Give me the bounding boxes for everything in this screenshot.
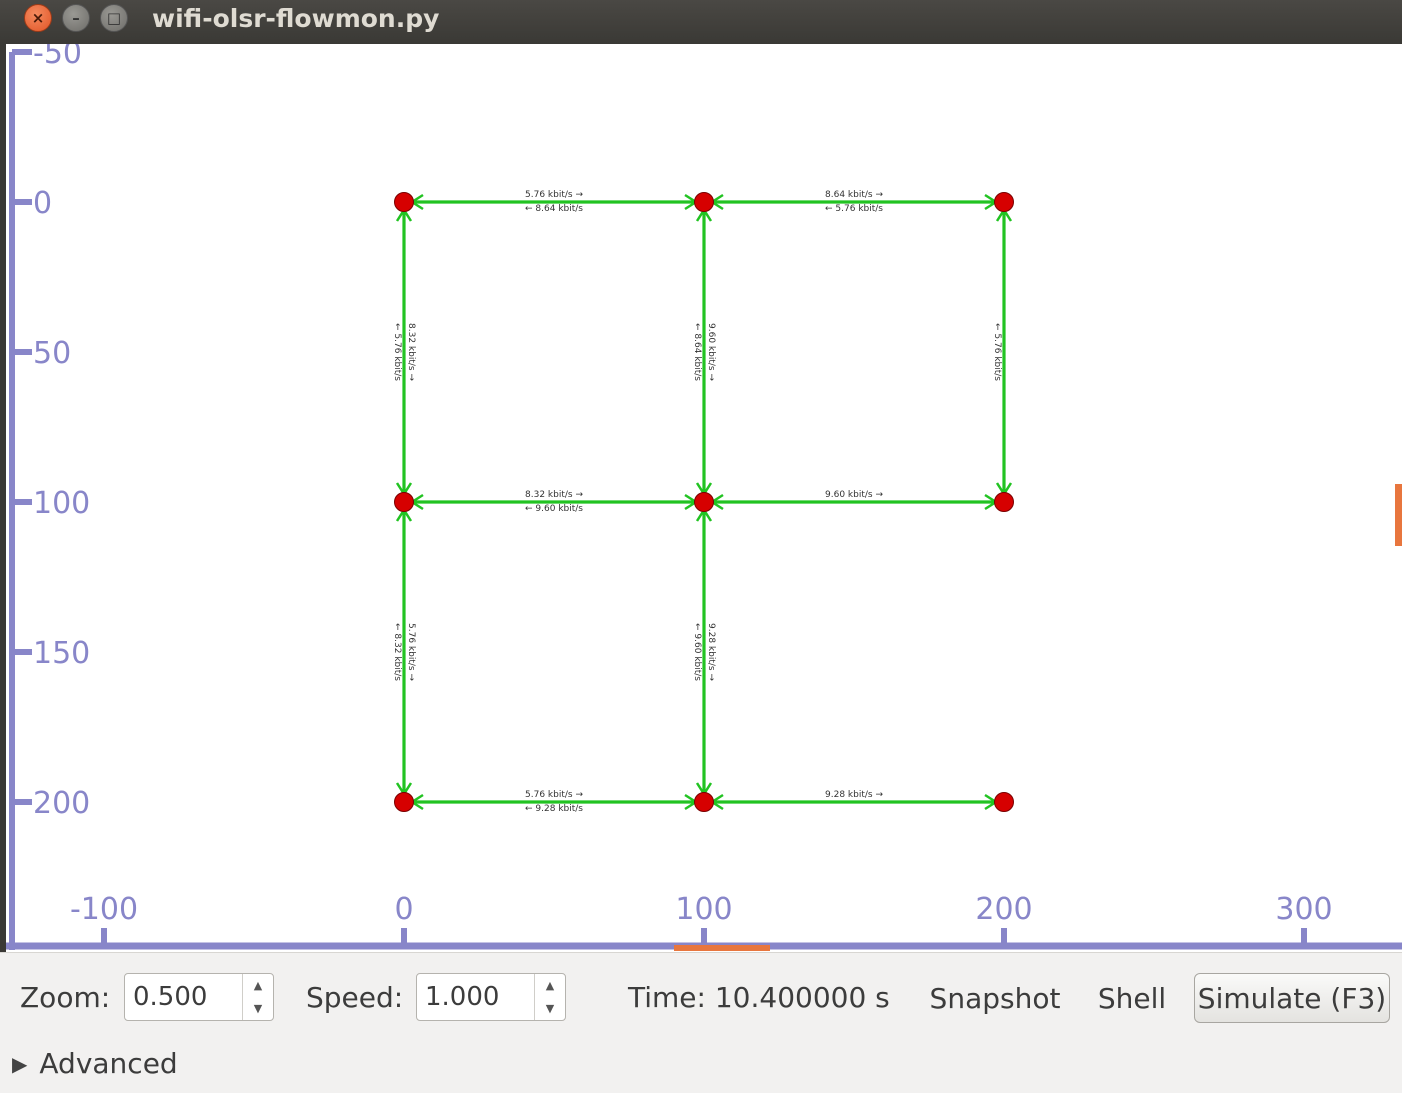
network-node[interactable]	[694, 492, 714, 512]
y-axis-tick-label: 50	[33, 336, 71, 371]
link-label: 9.28 kbit/s →	[825, 790, 883, 800]
zoom-decrement-icon[interactable]: ▼	[243, 997, 273, 1020]
network-link[interactable]: 5.76 kbit/s → ← 8.32 kbit/s	[392, 502, 416, 802]
link-forward-rate: 9.28 kbit/s →	[825, 790, 883, 800]
network-link[interactable]: 8.64 kbit/s → ← 5.76 kbit/s	[704, 190, 1004, 214]
link-reverse-rate: ← 8.32 kbit/s	[392, 623, 402, 681]
y-axis-tick-label: 200	[33, 786, 90, 821]
network-link[interactable]: 9.28 kbit/s →	[704, 790, 1004, 811]
zoom-input[interactable]	[133, 982, 238, 1012]
y-axis-tick-label: 100	[33, 486, 90, 521]
network-link[interactable]: 5.76 kbit/s → ← 8.64 kbit/s	[404, 190, 704, 214]
close-icon: ×	[31, 9, 45, 27]
zoom-spinner[interactable]: ▲ ▼	[124, 973, 274, 1021]
minimize-icon: –	[72, 9, 80, 27]
speed-spinner[interactable]: ▲ ▼	[416, 973, 566, 1021]
y-axis-tick-label: 150	[33, 636, 90, 671]
link-forward-rate: 5.76 kbit/s →	[406, 623, 416, 681]
network-link[interactable]: 8.32 kbit/s → ← 9.60 kbit/s	[404, 490, 704, 514]
network-link[interactable]: 5.76 kbit/s → ← 9.28 kbit/s	[404, 790, 704, 814]
x-axis-tick-label: -100	[70, 892, 138, 927]
network-node[interactable]	[994, 192, 1014, 212]
horizontal-scroll-indicator[interactable]	[674, 945, 770, 951]
link-reverse-rate: ← 8.64 kbit/s	[525, 204, 583, 214]
zoom-increment-icon[interactable]: ▲	[243, 974, 273, 997]
link-forward-rate: 8.32 kbit/s →	[406, 323, 416, 381]
link-reverse-rate: ← 8.64 kbit/s	[692, 323, 702, 381]
link-reverse-rate: ← 9.28 kbit/s	[525, 804, 583, 814]
link-forward-rate: 5.76 kbit/s →	[525, 190, 583, 200]
close-window-button[interactable]: ×	[24, 4, 52, 32]
network-node[interactable]	[694, 192, 714, 212]
vertical-scroll-indicator[interactable]	[1395, 484, 1402, 546]
zoom-label: Zoom:	[20, 981, 111, 1014]
y-axis-tick-label: -50	[33, 44, 82, 71]
network-node[interactable]	[994, 492, 1014, 512]
link-forward-rate: 5.76 kbit/s →	[525, 790, 583, 800]
link-forward-rate: 9.60 kbit/s →	[706, 323, 716, 381]
network-node[interactable]	[394, 492, 414, 512]
link-reverse-rate: ← 9.60 kbit/s	[692, 623, 702, 681]
snapshot-button[interactable]: Snapshot	[920, 973, 1070, 1023]
link-forward-rate: 8.32 kbit/s →	[525, 490, 583, 500]
network-node[interactable]	[694, 792, 714, 812]
network-link[interactable]: 9.60 kbit/s → ← 8.64 kbit/s	[692, 202, 716, 502]
network-node[interactable]	[394, 792, 414, 812]
link-reverse-rate: ← 5.76 kbit/s	[992, 323, 1002, 381]
topology-view[interactable]: -50 0 50 100 150 200 -100 0 100 200 300 5.76 kbit/…	[0, 44, 1402, 952]
x-axis-tick-label: 0	[394, 892, 413, 927]
link-label: ← 5.76 kbit/s	[992, 323, 1002, 381]
network-link[interactable]: 9.28 kbit/s → ← 9.60 kbit/s	[692, 502, 716, 802]
speed-decrement-icon[interactable]: ▼	[535, 997, 565, 1020]
window-edge	[0, 44, 6, 952]
link-label: 9.60 kbit/s →	[825, 490, 883, 500]
shell-button[interactable]: Shell	[1088, 973, 1176, 1023]
expander-arrow-icon: ▶	[12, 1051, 28, 1076]
simulate-button[interactable]: Simulate (F3)	[1194, 973, 1390, 1023]
speed-increment-icon[interactable]: ▲	[535, 974, 565, 997]
title-bar: × – □ wifi-olsr-flowmon.py	[0, 0, 1402, 45]
x-axis-tick-label: 300	[1275, 892, 1332, 927]
window-title: wifi-olsr-flowmon.py	[152, 4, 440, 33]
topology-canvas[interactable]: -50 0 50 100 150 200 -100 0 100 200 300 5.76 kbit/…	[0, 44, 1402, 952]
link-reverse-rate: ← 5.76 kbit/s	[825, 204, 883, 214]
x-axis-tick-label: 100	[675, 892, 732, 927]
control-toolbar: Zoom: ▲ ▼ Speed: ▲ ▼ Time: 10.400000 s S…	[0, 952, 1402, 1093]
network-node[interactable]	[994, 792, 1014, 812]
link-forward-rate: 8.64 kbit/s →	[825, 190, 883, 200]
time-readout: Time: 10.400000 s	[628, 981, 890, 1014]
link-reverse-rate: ← 5.76 kbit/s	[392, 323, 402, 381]
network-link[interactable]: 8.32 kbit/s → ← 5.76 kbit/s	[392, 202, 416, 502]
y-axis-tick-label: 0	[33, 186, 52, 221]
x-axis-tick-label: 200	[975, 892, 1032, 927]
link-reverse-rate: ← 9.60 kbit/s	[525, 504, 583, 514]
advanced-expander[interactable]: ▶ Advanced	[12, 1047, 178, 1080]
link-forward-rate: 9.28 kbit/s →	[706, 623, 716, 681]
network-link[interactable]: ← 5.76 kbit/s	[992, 202, 1013, 502]
speed-label: Speed:	[306, 981, 404, 1014]
maximize-icon: □	[106, 9, 122, 27]
network-link[interactable]: 9.60 kbit/s →	[704, 490, 1004, 511]
speed-input[interactable]	[425, 982, 530, 1012]
advanced-label: Advanced	[39, 1047, 178, 1080]
link-forward-rate: 9.60 kbit/s →	[825, 490, 883, 500]
minimize-window-button[interactable]: –	[62, 4, 90, 32]
maximize-window-button[interactable]: □	[100, 4, 128, 32]
network-node[interactable]	[394, 192, 414, 212]
